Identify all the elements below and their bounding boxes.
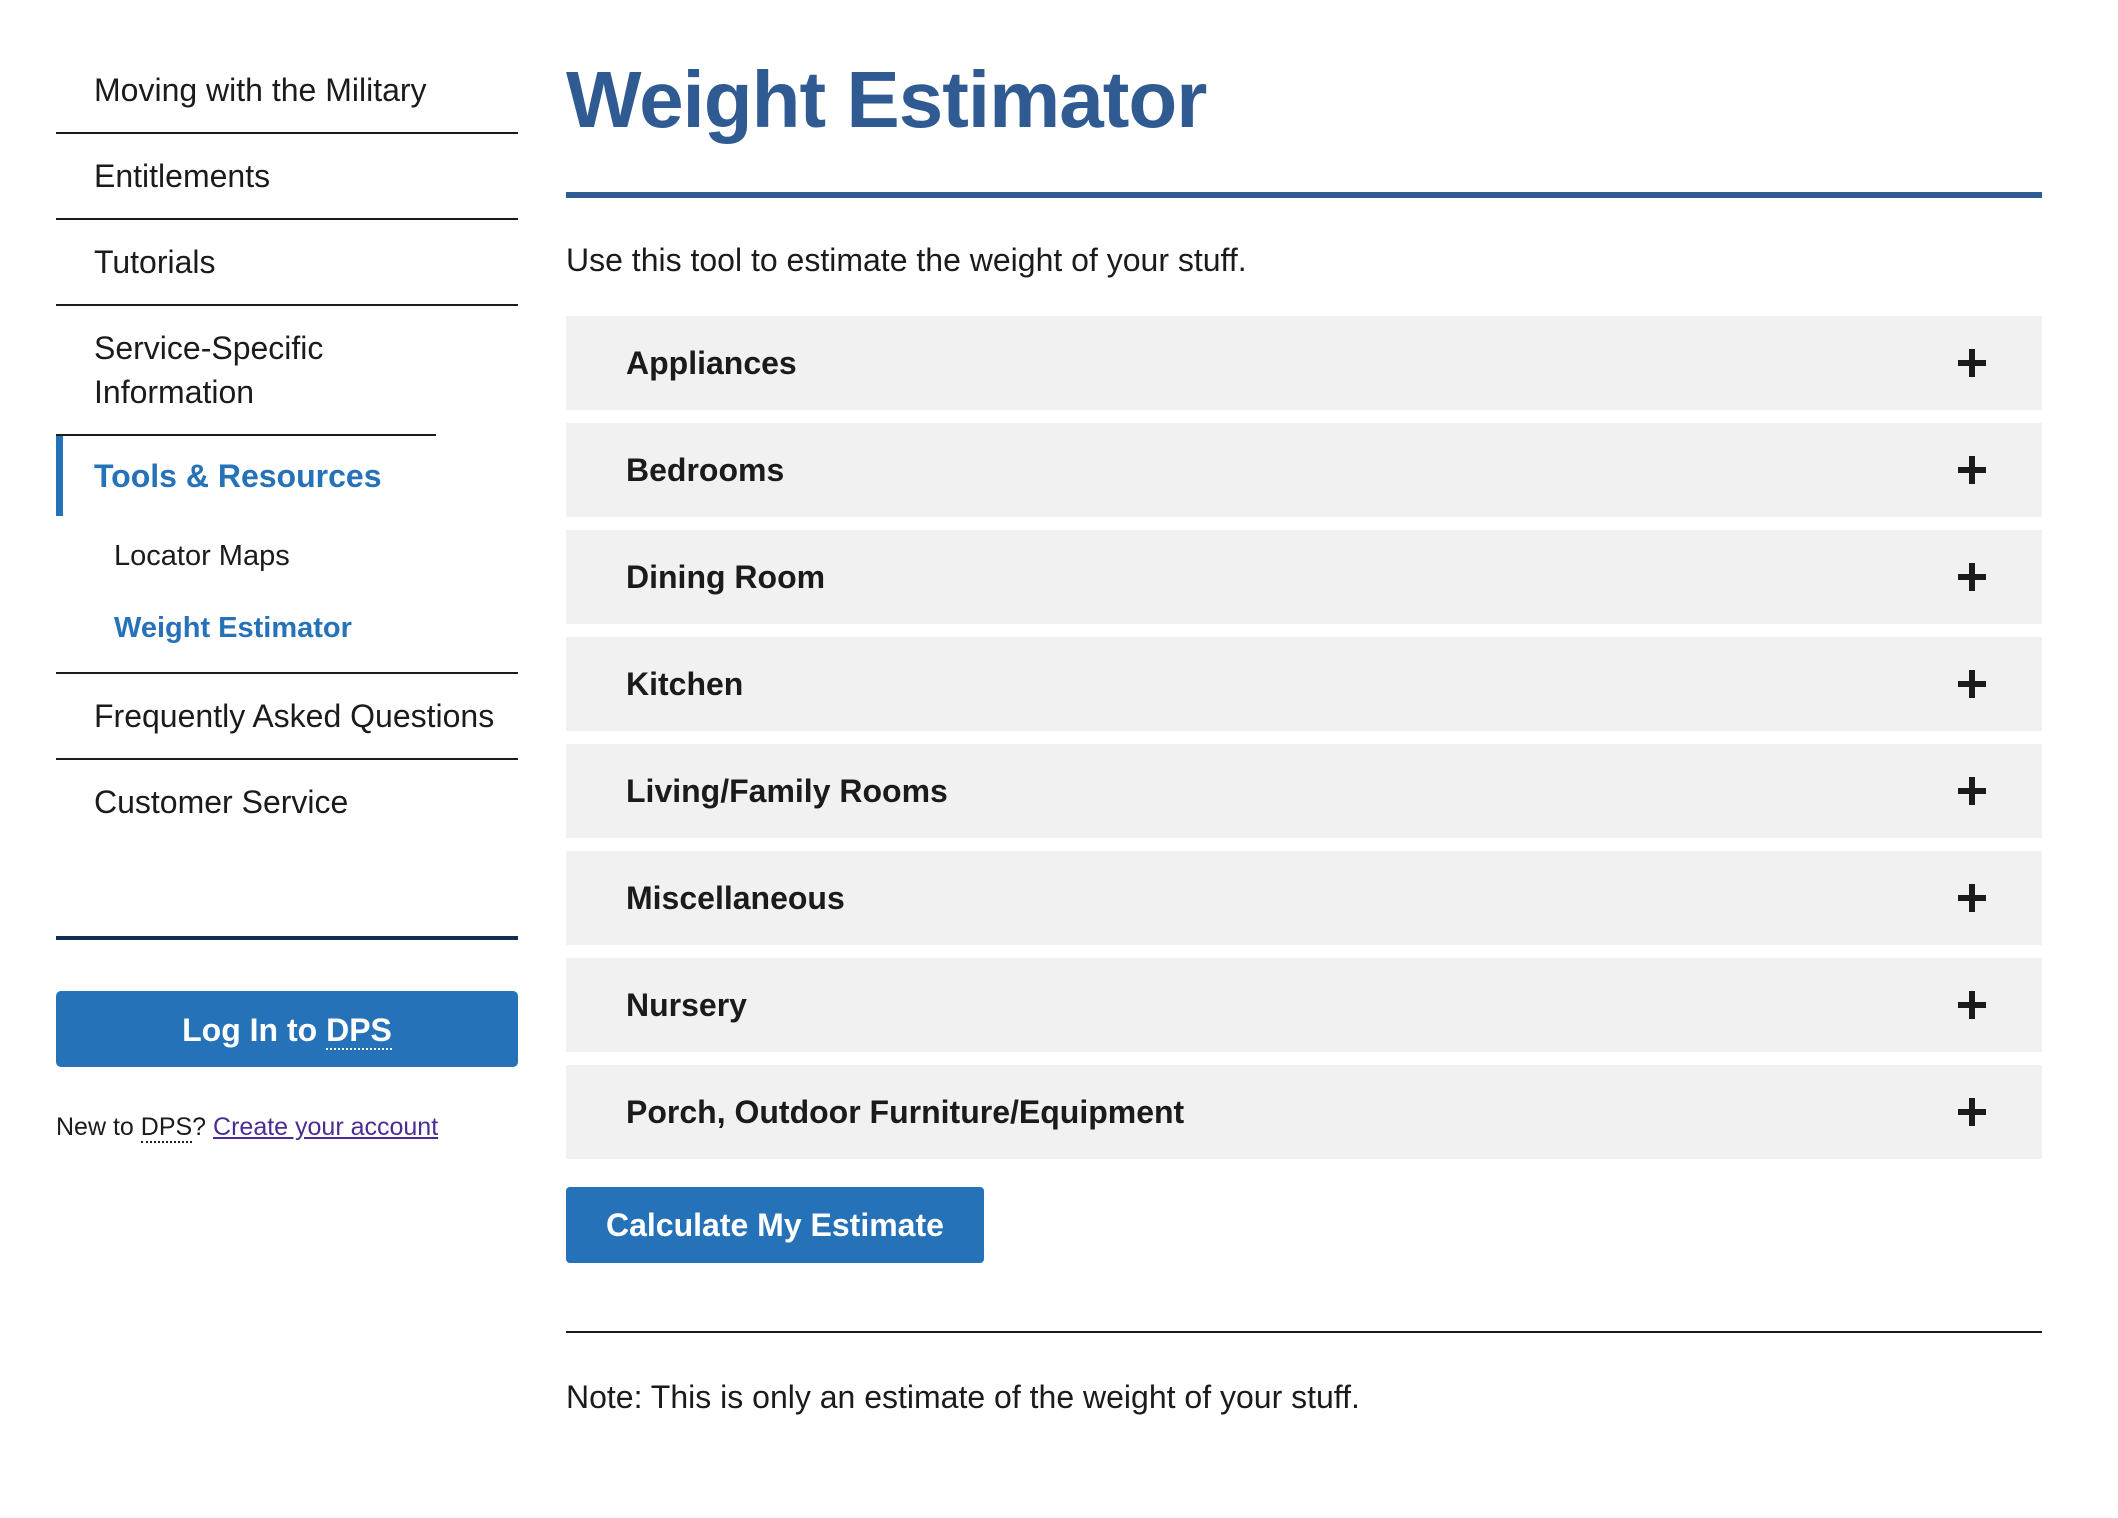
plus-icon[interactable] — [1958, 777, 1986, 805]
sidebar-subitem-locator-maps[interactable]: Locator Maps — [56, 520, 518, 592]
accordion-item-appliances[interactable]: Appliances — [566, 316, 2042, 410]
sidebar-item-moving-with-the-military[interactable]: Moving with the Military — [56, 48, 518, 134]
accordion-item-miscellaneous[interactable]: Miscellaneous — [566, 851, 2042, 945]
accordion-item-bedrooms[interactable]: Bedrooms — [566, 423, 2042, 517]
sidebar-subitem-label: Weight Estimator — [114, 612, 352, 644]
signup-suffix: ? — [192, 1113, 214, 1141]
accordion-item-kitchen[interactable]: Kitchen — [566, 637, 2042, 731]
create-account-link[interactable]: Create your account — [213, 1113, 438, 1141]
login-button-abbr: DPS — [326, 1012, 392, 1050]
calculate-estimate-button[interactable]: Calculate My Estimate — [566, 1187, 984, 1263]
sidebar-item-tutorials[interactable]: Tutorials — [56, 220, 518, 306]
page-title: Weight Estimator — [566, 55, 1207, 144]
signup-prompt: New to DPS? Create your account — [56, 1109, 518, 1145]
login-button-label: Log In to — [182, 1012, 327, 1048]
plus-icon[interactable] — [1958, 991, 1986, 1019]
sidebar-item-tools-resources[interactable]: Tools & Resources — [56, 436, 518, 516]
sidebar-item-customer-service[interactable]: Customer Service — [56, 760, 518, 844]
plus-icon[interactable] — [1958, 1098, 1986, 1126]
title-divider — [566, 192, 2042, 198]
sidebar-item-label: Tutorials — [94, 244, 216, 280]
sidebar-nav: Moving with the Military Entitlements Tu… — [56, 48, 518, 1145]
sidebar-subnav: Locator Maps Weight Estimator — [56, 516, 518, 672]
page: Moving with the Military Entitlements Tu… — [0, 0, 2118, 1518]
accordion-label: Living/Family Rooms — [626, 772, 948, 809]
plus-icon[interactable] — [1958, 349, 1986, 377]
plus-icon[interactable] — [1958, 670, 1986, 698]
accordion-item-porch-outdoor[interactable]: Porch, Outdoor Furniture/Equipment — [566, 1065, 2042, 1159]
bottom-divider — [566, 1331, 2042, 1333]
accordion-item-living-family-rooms[interactable]: Living/Family Rooms — [566, 744, 2042, 838]
accordion-item-dining-room[interactable]: Dining Room — [566, 530, 2042, 624]
sidebar-item-label: Tools & Resources — [94, 458, 382, 494]
accordion-label: Miscellaneous — [626, 879, 845, 916]
sidebar-group-tools-resources: Tools & Resources Locator Maps Weight Es… — [56, 436, 518, 674]
signup-prefix: New to — [56, 1113, 141, 1141]
disclaimer-note: Note: This is only an estimate of the we… — [566, 1379, 1360, 1415]
sidebar-subitem-weight-estimator[interactable]: Weight Estimator — [56, 592, 518, 664]
sidebar-item-label: Entitlements — [94, 158, 271, 194]
sidebar-item-label: Moving with the Military — [94, 72, 427, 108]
main-content: Weight Estimator Use this tool to estima… — [566, 40, 2042, 1451]
accordion-label: Appliances — [626, 344, 797, 381]
sidebar-item-label: Frequently Asked Questions — [94, 698, 495, 734]
sidebar-item-label: Service-Specific Information — [94, 330, 324, 410]
sidebar-item-label: Customer Service — [94, 784, 349, 820]
sidebar-item-entitlements[interactable]: Entitlements — [56, 134, 518, 220]
accordion-label: Kitchen — [626, 665, 744, 702]
sidebar-subitem-label: Locator Maps — [114, 540, 290, 572]
accordion-item-nursery[interactable]: Nursery — [566, 958, 2042, 1052]
plus-icon[interactable] — [1958, 884, 1986, 912]
accordion-label: Porch, Outdoor Furniture/Equipment — [626, 1093, 1185, 1130]
sidebar-divider — [56, 936, 518, 940]
sidebar-item-faq[interactable]: Frequently Asked Questions — [56, 674, 518, 760]
plus-icon[interactable] — [1958, 456, 1986, 484]
accordion-label: Dining Room — [626, 558, 826, 595]
login-button[interactable]: Log In to DPS — [56, 991, 518, 1067]
intro-text: Use this tool to estimate the weight of … — [566, 242, 1247, 278]
accordion-label: Bedrooms — [626, 451, 785, 488]
accordion-label: Nursery — [626, 986, 747, 1023]
plus-icon[interactable] — [1958, 563, 1986, 591]
sidebar-item-service-specific-information[interactable]: Service-Specific Information — [56, 306, 436, 436]
signup-abbr: DPS — [140, 1113, 193, 1143]
category-accordion: Appliances Bedrooms Dining Room Kitchen … — [566, 316, 2042, 1159]
